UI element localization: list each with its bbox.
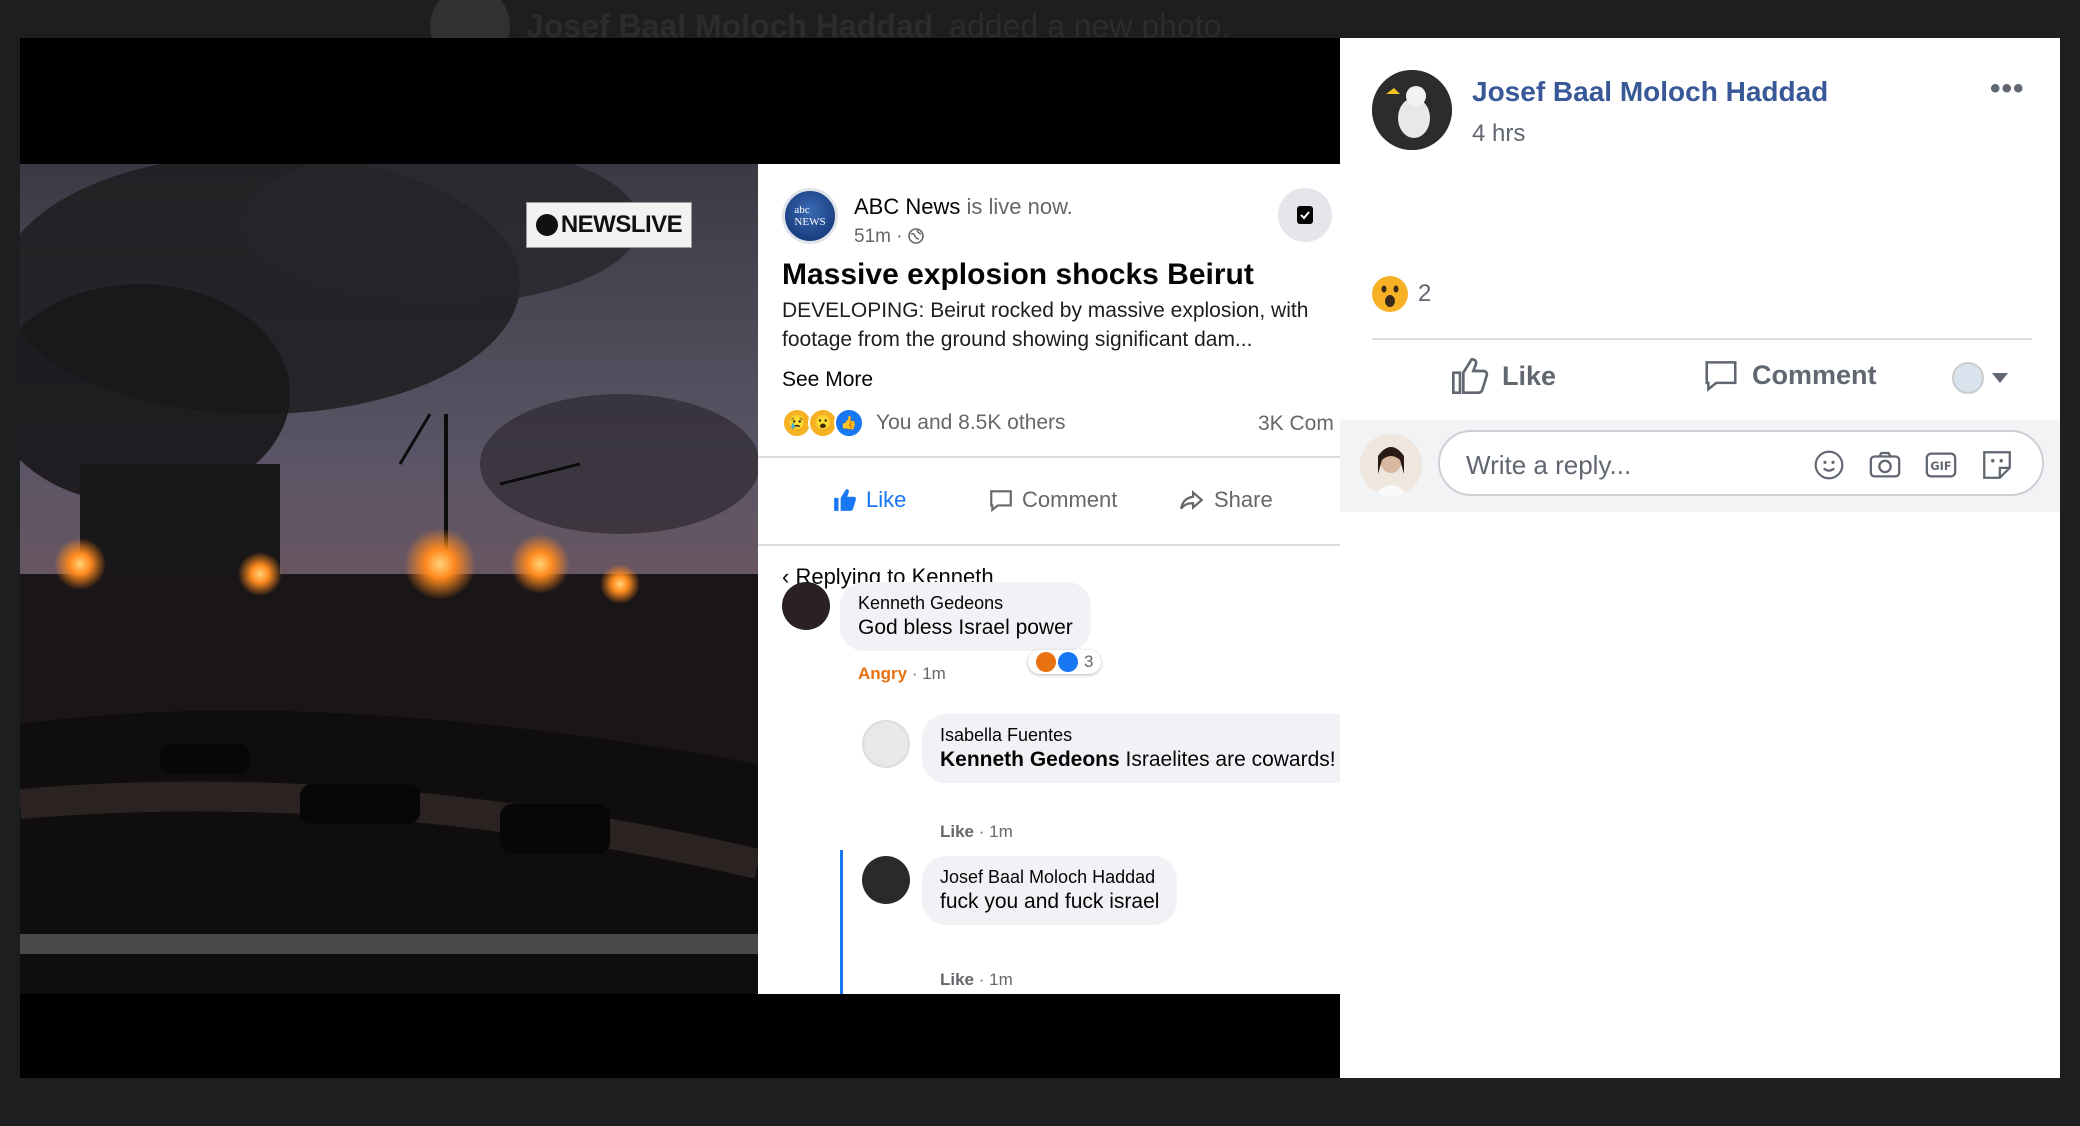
card-divider-bottom — [758, 544, 1340, 546]
comments-count[interactable]: 3K Com — [1258, 412, 1334, 436]
wow-reaction-icon — [1372, 276, 1408, 312]
reply-input[interactable] — [1464, 446, 1798, 484]
comment-button[interactable]: Comment — [1702, 356, 1877, 394]
thread-line — [840, 850, 843, 994]
sticker-icon[interactable] — [1980, 448, 2014, 482]
chevron-down-icon — [1992, 373, 2008, 383]
post-meta: 51m · — [854, 226, 924, 248]
comment-meta: Like · 1m — [940, 822, 1013, 841]
save-button[interactable] — [1278, 188, 1332, 242]
photo-sidebar: Josef Baal Moloch Haddad 4 hrs ••• 2 Lik… — [1340, 38, 2060, 1078]
svg-text:GIF: GIF — [1930, 459, 1951, 473]
abc-news-avatar[interactable]: abc NEWS — [782, 188, 838, 244]
comment-text: Israelites are cowards! — [1119, 748, 1336, 771]
thumbs-up-icon — [1452, 357, 1489, 394]
comment-button[interactable]: Comment — [988, 487, 1117, 513]
reaction-audience-selector[interactable] — [1952, 362, 2008, 394]
page-name-link[interactable]: ABC News — [854, 194, 960, 219]
comment-bubble-icon — [990, 490, 1012, 513]
comment-bubble-icon — [1705, 361, 1737, 392]
explosion-video-frame: NEWSLIVE — [20, 164, 758, 994]
reactions-text: You and 8.5K others — [876, 411, 1066, 434]
comment-text: fuck you and fuck israel — [940, 890, 1160, 913]
comment-like-link[interactable]: Like — [940, 822, 974, 841]
comment-text: God bless Israel power — [858, 616, 1073, 639]
post-time[interactable]: 4 hrs — [1472, 120, 1525, 148]
comment-meta: Like · 1m — [940, 970, 1013, 989]
like-reaction-icon — [1058, 652, 1078, 672]
photo-viewer: NEWSLIVE abc NEWS ABC News is live now. 5… — [20, 38, 1340, 1078]
author-avatar[interactable] — [1372, 70, 1452, 150]
thumbs-up-icon — [834, 489, 856, 511]
author-name[interactable]: Josef Baal Moloch Haddad — [1472, 76, 1828, 108]
sidebar-divider — [1372, 338, 2032, 340]
bookmark-check-icon — [1297, 206, 1313, 224]
mention-link[interactable]: Kenneth Gedeons — [940, 748, 1120, 771]
comment-bubble: Josef Baal Moloch Haddad fuck you and fu… — [922, 856, 1178, 925]
angry-reaction-icon — [1036, 652, 1056, 672]
commenter-avatar[interactable] — [782, 582, 830, 630]
commenter-name[interactable]: Isabella Fuentes — [940, 724, 1340, 746]
more-options-icon[interactable]: ••• — [1990, 72, 2025, 106]
commenter-name[interactable]: Josef Baal Moloch Haddad — [940, 866, 1159, 888]
comment-meta: Angry · 1m — [858, 664, 946, 683]
reactions-summary[interactable]: 2 — [1372, 276, 1431, 312]
camera-icon[interactable] — [1868, 448, 1902, 482]
reaction-label[interactable]: Angry — [858, 664, 907, 683]
comment-reactions-badge[interactable]: 3 — [1028, 650, 1102, 674]
page-name-line: ABC News is live now. — [854, 194, 1073, 220]
comment-bubble: Kenneth Gedeons God bless Israel power — [840, 582, 1091, 651]
globe-icon — [908, 228, 924, 244]
reactions-summary[interactable]: 😢 😮 👍 You and 8.5K others — [782, 408, 1066, 438]
user-avatar[interactable] — [1360, 434, 1422, 496]
post-action-bar: Like Comment Share — [758, 470, 1340, 530]
post-description: DEVELOPING: Beirut rocked by massive exp… — [782, 299, 1309, 351]
commenter-avatar[interactable] — [862, 856, 910, 904]
comment-like-link[interactable]: Like — [940, 970, 974, 989]
share-arrow-icon — [1180, 490, 1204, 510]
gif-icon[interactable]: GIF — [1924, 448, 1958, 482]
live-status: is live now. — [966, 194, 1073, 219]
see-more-link[interactable]: See More — [782, 368, 873, 392]
comment-bubble: Isabella Fuentes Kenneth Gedeons Israeli… — [922, 714, 1340, 783]
profile-thumbnail-icon — [1952, 362, 1984, 394]
post-headline: Massive explosion shocks Beirut — [782, 258, 1254, 291]
like-button[interactable]: Like — [832, 487, 906, 513]
commenter-name[interactable]: Kenneth Gedeons — [858, 592, 1073, 614]
card-divider — [758, 456, 1340, 458]
reply-input-wrapper: GIF — [1438, 430, 2044, 496]
share-button[interactable]: Share — [1178, 487, 1273, 513]
photo-content: NEWSLIVE abc NEWS ABC News is live now. 5… — [20, 164, 1340, 994]
abc-news-post-card: abc NEWS ABC News is live now. 51m · Mass… — [758, 164, 1340, 994]
commenter-avatar[interactable] — [862, 720, 910, 768]
like-reaction-icon: 👍 — [834, 408, 864, 438]
reply-composer: GIF — [1340, 420, 2060, 512]
reaction-count: 2 — [1418, 280, 1432, 307]
emoji-icon[interactable] — [1812, 448, 1846, 482]
abc-news-live-logo: NEWSLIVE — [526, 202, 692, 248]
like-button[interactable]: Like — [1450, 356, 1556, 396]
